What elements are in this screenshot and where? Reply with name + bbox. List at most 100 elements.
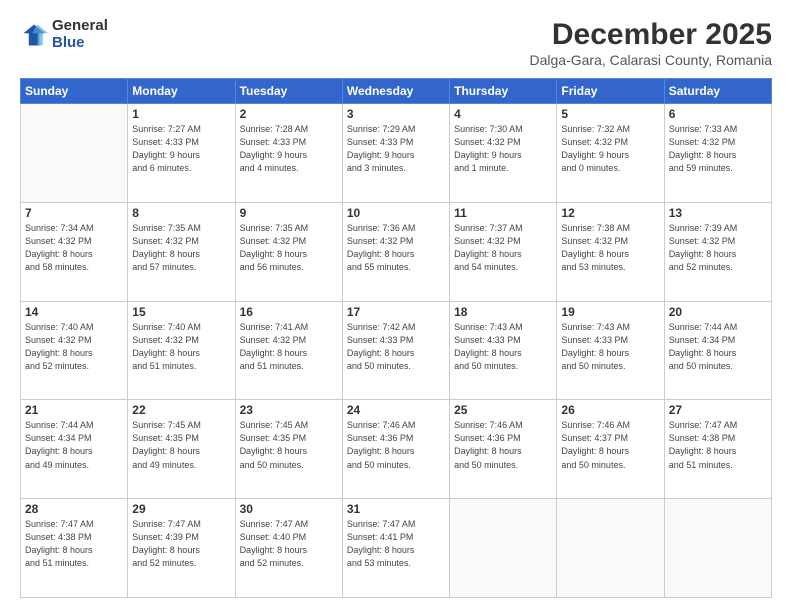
day-info: Sunrise: 7:46 AM Sunset: 4:36 PM Dayligh… [347,419,445,471]
day-info: Sunrise: 7:45 AM Sunset: 4:35 PM Dayligh… [240,419,338,471]
day-number: 28 [25,502,123,516]
day-number: 31 [347,502,445,516]
day-number: 3 [347,107,445,121]
calendar-cell-1-2: 9Sunrise: 7:35 AM Sunset: 4:32 PM Daylig… [235,202,342,301]
day-number: 23 [240,403,338,417]
calendar-header-row: Sunday Monday Tuesday Wednesday Thursday… [21,79,772,104]
day-number: 19 [561,305,659,319]
calendar-cell-4-1: 29 Sunrise: 7:47 AM Sunset: 4:39 PM Dayli… [128,499,235,598]
day-info: Sunrise: 7:37 AM Sunset: 4:32 PM Dayligh… [454,222,552,274]
calendar-cell-0-6: 6 Sunrise: 7:33 AM Sunset: 4:32 PM Daylig… [664,104,771,203]
calendar-cell-2-6: 20 Sunrise: 7:44 AM Sunset: 4:34 PM Dayli… [664,301,771,400]
calendar-week-2: 14 Sunrise: 7:40 AM Sunset: 4:32 PM Dayli… [21,301,772,400]
calendar-cell-1-5: 12 Sunrise: 7:38 AM Sunset: 4:32 PM Dayli… [557,202,664,301]
col-sunday: Sunday [21,79,128,104]
day-number: 12 [561,206,659,220]
day-info: Sunrise: 7:47 AM Sunset: 4:39 PM Dayligh… [132,518,230,570]
calendar-week-0: 1Sunrise: 7:27 AM Sunset: 4:33 PM Daylig… [21,104,772,203]
calendar-cell-2-4: 18Sunrise: 7:43 AM Sunset: 4:33 PM Dayli… [450,301,557,400]
day-info: Sunrise: 7:28 AM Sunset: 4:33 PM Dayligh… [240,123,338,175]
calendar-cell-4-0: 28 Sunrise: 7:47 AM Sunset: 4:38 PM Dayli… [21,499,128,598]
day-info: Sunrise: 7:45 AM Sunset: 4:35 PM Dayligh… [132,419,230,471]
calendar-cell-4-4 [450,499,557,598]
calendar-cell-3-6: 27 Sunrise: 7:47 AM Sunset: 4:38 PM Dayli… [664,400,771,499]
logo-icon [20,21,48,49]
col-friday: Friday [557,79,664,104]
col-tuesday: Tuesday [235,79,342,104]
calendar-cell-0-3: 3 Sunrise: 7:29 AM Sunset: 4:33 PM Daylig… [342,104,449,203]
day-number: 6 [669,107,767,121]
header: General Blue December 2025 Dalga-Gara, C… [20,18,772,68]
calendar-cell-2-0: 14 Sunrise: 7:40 AM Sunset: 4:32 PM Dayli… [21,301,128,400]
day-info: Sunrise: 7:38 AM Sunset: 4:32 PM Dayligh… [561,222,659,274]
day-number: 22 [132,403,230,417]
calendar-cell-1-6: 13Sunrise: 7:39 AM Sunset: 4:32 PM Dayli… [664,202,771,301]
day-info: Sunrise: 7:47 AM Sunset: 4:41 PM Dayligh… [347,518,445,570]
calendar-cell-3-5: 26Sunrise: 7:46 AM Sunset: 4:37 PM Dayli… [557,400,664,499]
day-number: 21 [25,403,123,417]
day-info: Sunrise: 7:44 AM Sunset: 4:34 PM Dayligh… [25,419,123,471]
day-info: Sunrise: 7:32 AM Sunset: 4:32 PM Dayligh… [561,123,659,175]
day-info: Sunrise: 7:42 AM Sunset: 4:33 PM Dayligh… [347,321,445,373]
calendar-cell-0-2: 2 Sunrise: 7:28 AM Sunset: 4:33 PM Daylig… [235,104,342,203]
day-number: 2 [240,107,338,121]
calendar-cell-4-3: 31 Sunrise: 7:47 AM Sunset: 4:41 PM Dayli… [342,499,449,598]
calendar-cell-3-3: 24 Sunrise: 7:46 AM Sunset: 4:36 PM Dayli… [342,400,449,499]
calendar-cell-3-1: 22 Sunrise: 7:45 AM Sunset: 4:35 PM Dayli… [128,400,235,499]
col-monday: Monday [128,79,235,104]
calendar-week-4: 28 Sunrise: 7:47 AM Sunset: 4:38 PM Dayli… [21,499,772,598]
day-info: Sunrise: 7:34 AM Sunset: 4:32 PM Dayligh… [25,222,123,274]
day-number: 25 [454,403,552,417]
day-number: 16 [240,305,338,319]
calendar-table: Sunday Monday Tuesday Wednesday Thursday… [20,78,772,598]
day-number: 20 [669,305,767,319]
day-number: 4 [454,107,552,121]
day-info: Sunrise: 7:47 AM Sunset: 4:38 PM Dayligh… [25,518,123,570]
day-number: 1 [132,107,230,121]
calendar-cell-4-6 [664,499,771,598]
day-info: Sunrise: 7:43 AM Sunset: 4:33 PM Dayligh… [561,321,659,373]
col-saturday: Saturday [664,79,771,104]
logo-general-text: General [52,18,108,35]
calendar-cell-4-5 [557,499,664,598]
day-info: Sunrise: 7:36 AM Sunset: 4:32 PM Dayligh… [347,222,445,274]
day-number: 15 [132,305,230,319]
col-thursday: Thursday [450,79,557,104]
day-info: Sunrise: 7:46 AM Sunset: 4:37 PM Dayligh… [561,419,659,471]
day-number: 10 [347,206,445,220]
day-number: 29 [132,502,230,516]
calendar-week-1: 7 Sunrise: 7:34 AM Sunset: 4:32 PM Daylig… [21,202,772,301]
day-info: Sunrise: 7:47 AM Sunset: 4:38 PM Dayligh… [669,419,767,471]
subtitle: Dalga-Gara, Calarasi County, Romania [529,52,772,68]
day-number: 30 [240,502,338,516]
day-number: 17 [347,305,445,319]
day-number: 24 [347,403,445,417]
calendar-cell-2-3: 17 Sunrise: 7:42 AM Sunset: 4:33 PM Dayli… [342,301,449,400]
day-number: 14 [25,305,123,319]
day-info: Sunrise: 7:35 AM Sunset: 4:32 PM Dayligh… [132,222,230,274]
calendar-cell-3-0: 21 Sunrise: 7:44 AM Sunset: 4:34 PM Dayli… [21,400,128,499]
day-info: Sunrise: 7:46 AM Sunset: 4:36 PM Dayligh… [454,419,552,471]
day-number: 18 [454,305,552,319]
day-number: 11 [454,206,552,220]
day-info: Sunrise: 7:47 AM Sunset: 4:40 PM Dayligh… [240,518,338,570]
day-number: 8 [132,206,230,220]
day-number: 13 [669,206,767,220]
day-number: 9 [240,206,338,220]
day-info: Sunrise: 7:40 AM Sunset: 4:32 PM Dayligh… [132,321,230,373]
day-info: Sunrise: 7:29 AM Sunset: 4:33 PM Dayligh… [347,123,445,175]
day-info: Sunrise: 7:30 AM Sunset: 4:32 PM Dayligh… [454,123,552,175]
calendar-cell-1-1: 8 Sunrise: 7:35 AM Sunset: 4:32 PM Daylig… [128,202,235,301]
calendar-cell-0-0 [21,104,128,203]
day-info: Sunrise: 7:33 AM Sunset: 4:32 PM Dayligh… [669,123,767,175]
calendar-cell-1-0: 7 Sunrise: 7:34 AM Sunset: 4:32 PM Daylig… [21,202,128,301]
logo-text: General Blue [52,18,108,51]
day-number: 7 [25,206,123,220]
col-wednesday: Wednesday [342,79,449,104]
day-info: Sunrise: 7:44 AM Sunset: 4:34 PM Dayligh… [669,321,767,373]
day-number: 27 [669,403,767,417]
calendar-cell-2-1: 15 Sunrise: 7:40 AM Sunset: 4:32 PM Dayli… [128,301,235,400]
calendar-cell-2-2: 16Sunrise: 7:41 AM Sunset: 4:32 PM Dayli… [235,301,342,400]
day-info: Sunrise: 7:40 AM Sunset: 4:32 PM Dayligh… [25,321,123,373]
calendar-cell-2-5: 19 Sunrise: 7:43 AM Sunset: 4:33 PM Dayli… [557,301,664,400]
